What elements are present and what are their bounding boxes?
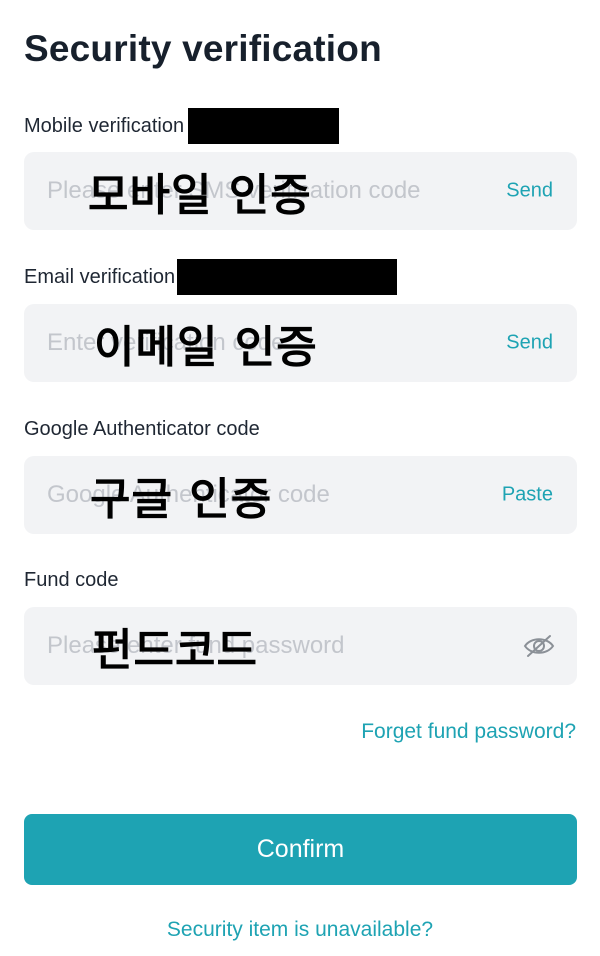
page-title: Security verification: [24, 28, 382, 69]
email-verification-label: Email verification: [24, 265, 176, 288]
fund-password-input[interactable]: Please enter fund password 펀드코드: [24, 607, 577, 685]
paste-button[interactable]: Paste: [502, 484, 553, 507]
send-sms-button[interactable]: Send: [506, 180, 553, 203]
email-code-input[interactable]: Enter verification code 이메일 인증 Send: [24, 304, 577, 382]
google-overlay-text: 구글 인증: [90, 474, 273, 525]
fund-overlay-text: 펀드코드: [92, 625, 258, 676]
email-verification-label-row: Email verification: [24, 259, 398, 295]
confirm-button[interactable]: Confirm: [24, 814, 577, 885]
security-unavailable-link[interactable]: Security item is unavailable?: [0, 918, 600, 942]
fund-code-label: Fund code: [24, 568, 119, 591]
redacted-block: [188, 108, 340, 144]
forget-fund-password-link[interactable]: Forget fund password?: [361, 720, 576, 744]
google-auth-label: Google Authenticator code: [24, 417, 260, 440]
send-email-button[interactable]: Send: [506, 332, 553, 355]
mobile-code-input[interactable]: Please enter SMS verification code 모바일 인…: [24, 152, 577, 230]
google-auth-input[interactable]: Google Authenticator code 구글 인증 Paste: [24, 456, 577, 534]
fund-code-label-row: Fund code: [24, 562, 119, 598]
eye-off-icon[interactable]: [523, 634, 555, 658]
mobile-verification-label-row: Mobile verification: [24, 108, 340, 144]
redacted-block: [177, 259, 398, 295]
email-overlay-text: 이메일 인증: [94, 322, 318, 373]
google-auth-label-row: Google Authenticator code: [24, 411, 260, 447]
mobile-verification-label: Mobile verification: [24, 114, 185, 137]
mobile-overlay-text: 모바일 인증: [88, 170, 312, 221]
